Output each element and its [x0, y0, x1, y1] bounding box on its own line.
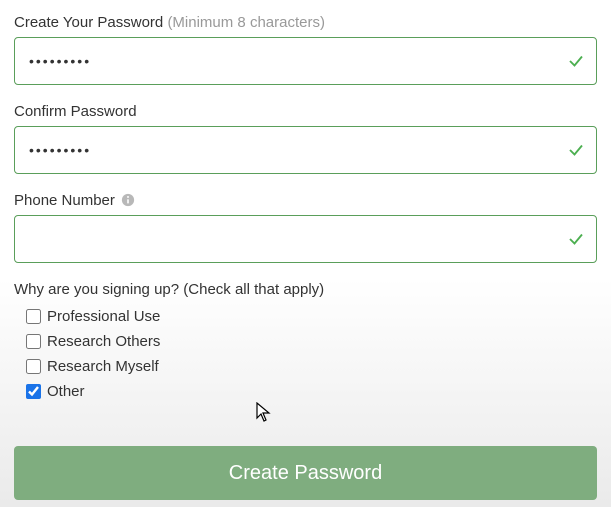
option-research-myself[interactable]: Research Myself [26, 358, 597, 375]
info-icon[interactable] [121, 193, 135, 207]
option-label: Research Others [47, 333, 160, 350]
option-professional-use[interactable]: Professional Use [26, 308, 597, 325]
create-password-button[interactable]: Create Password [14, 446, 597, 500]
cursor-icon [256, 402, 272, 424]
password-hint: (Minimum 8 characters) [167, 14, 325, 31]
checkbox-research-others[interactable] [26, 334, 41, 349]
checkbox-other[interactable] [26, 384, 41, 399]
phone-input[interactable] [14, 215, 597, 263]
option-research-others[interactable]: Research Others [26, 333, 597, 350]
option-other[interactable]: Other [26, 383, 597, 400]
confirm-password-label: Confirm Password [14, 103, 137, 120]
confirm-password-input[interactable] [14, 126, 597, 174]
checkbox-professional-use[interactable] [26, 309, 41, 324]
option-label: Other [47, 383, 85, 400]
password-input[interactable] [14, 37, 597, 85]
phone-label: Phone Number [14, 192, 115, 209]
checkbox-research-myself[interactable] [26, 359, 41, 374]
signup-reason-label: Why are you signing up? [14, 281, 179, 298]
signup-reason-hint: (Check all that apply) [183, 281, 324, 298]
password-label: Create Your Password [14, 14, 163, 31]
option-label: Professional Use [47, 308, 160, 325]
option-label: Research Myself [47, 358, 159, 375]
